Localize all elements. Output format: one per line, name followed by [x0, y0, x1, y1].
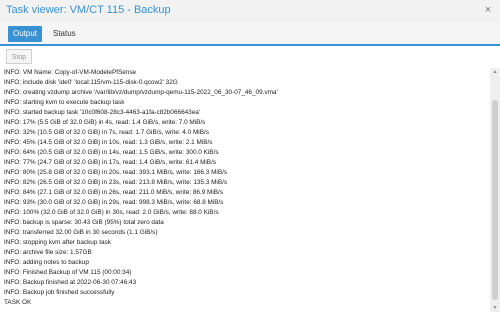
- close-icon[interactable]: ×: [482, 4, 494, 16]
- log-line: INFO: backup is sparse: 30.43 GiB (95%) …: [4, 219, 164, 226]
- log-line: INFO: started backup task '10c0f608-28c3…: [4, 109, 201, 116]
- window-title: Task viewer: VM/CT 115 - Backup: [6, 4, 171, 16]
- log-line: INFO: Finished Backup of VM 115 (00:00:3…: [4, 269, 132, 276]
- log-line: INFO: Backup job finished successfully: [4, 289, 115, 296]
- window-titlebar[interactable]: Task viewer: VM/CT 115 - Backup ×: [0, 0, 500, 23]
- log-line: TASK OK: [4, 299, 32, 306]
- toolbar: Stop: [0, 46, 500, 69]
- log-line: INFO: creating vzdump archive '/var/lib/…: [4, 89, 278, 96]
- log-line: INFO: archive file size: 1.57GB: [4, 249, 92, 256]
- scroll-thumb[interactable]: [492, 100, 498, 300]
- tab-output[interactable]: Output: [8, 26, 43, 42]
- log-scrollbar[interactable]: ▲ ▼: [490, 68, 500, 312]
- log-line: INFO: Backup finished at 2022-06-30 07:4…: [4, 279, 137, 286]
- scroll-down-icon[interactable]: ▼: [490, 304, 500, 312]
- log-line: INFO: 80% (25.8 GiB of 32.0 GiB) in 20s,…: [4, 169, 228, 176]
- log-line: INFO: stopping kvm after backup task: [4, 239, 111, 246]
- log-line: INFO: adding notes to backup: [4, 259, 89, 266]
- log-line: INFO: 45% (14.5 GiB of 32.0 GiB) in 10s,…: [4, 139, 213, 146]
- log-line: INFO: 100% (32.0 GiB of 32.0 GiB) in 30s…: [4, 209, 219, 216]
- log-line: INFO: 82% (26.5 GiB of 32.0 GiB) in 23s,…: [4, 179, 228, 186]
- log-line: INFO: 93% (30.0 GiB of 32.0 GiB) in 29s,…: [4, 199, 224, 206]
- log-line: INFO: 77% (24.7 GiB of 32.0 GiB) in 17s,…: [4, 159, 217, 166]
- scroll-up-icon[interactable]: ▲: [490, 68, 500, 76]
- log-line: INFO: VM Name: Copy-of-VM-ModelePfSense: [4, 69, 137, 76]
- stop-button[interactable]: Stop: [6, 49, 32, 64]
- tab-status[interactable]: Status: [48, 26, 81, 42]
- log-line: INFO: starting kvm to execute backup tas…: [4, 99, 125, 106]
- task-viewer-window: Task viewer: VM/CT 115 - Backup × Output…: [0, 0, 500, 312]
- log-line: INFO: 64% (20.5 GiB of 32.0 GiB) in 14s,…: [4, 149, 219, 156]
- log-line: INFO: 84% (27.1 GiB of 32.0 GiB) in 26s,…: [4, 189, 224, 196]
- log-line: INFO: 32% (10.5 GiB of 32.0 GiB) in 7s, …: [4, 129, 209, 136]
- log-line: INFO: 17% (5.5 GiB of 32.0 GiB) in 4s, r…: [4, 119, 206, 126]
- log-line: INFO: include disk 'ide0' 'local:115/vm-…: [4, 79, 178, 86]
- log-line: INFO: transferred 32.00 GiB in 30 second…: [4, 229, 158, 236]
- task-log: INFO: VM Name: Copy-of-VM-ModelePfSense …: [0, 68, 490, 312]
- tab-bar: Output Status: [0, 22, 500, 46]
